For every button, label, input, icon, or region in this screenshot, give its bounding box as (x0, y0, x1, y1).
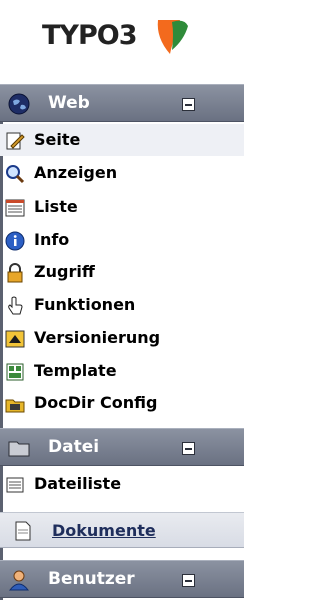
page-edit-icon (6, 132, 25, 150)
menu-item-dateiliste[interactable]: Dateiliste (0, 468, 244, 500)
user-icon (8, 570, 30, 591)
module-header-web[interactable]: Web (0, 84, 244, 122)
collapse-datei-button[interactable] (182, 442, 195, 455)
magnifier-icon (6, 165, 25, 184)
versioning-icon (5, 330, 25, 348)
menu-item-label: Dokumente (52, 521, 156, 540)
menu-item-seite[interactable]: Seite (0, 124, 244, 156)
list-icon (5, 199, 25, 217)
menu-item-funktionen[interactable]: Funktionen (0, 289, 244, 321)
typo3-logo: TYPO3 (0, 0, 244, 80)
menu-item-info[interactable]: Info (0, 224, 244, 256)
menu-item-label: Anzeigen (34, 163, 118, 182)
folder-icon (8, 441, 30, 457)
document-icon (15, 521, 31, 541)
menu-item-label: Info (34, 230, 70, 249)
template-icon (6, 363, 24, 381)
menu-item-docdir-config[interactable]: DocDir Config (0, 387, 244, 419)
menu-item-label: Zugriff (34, 262, 95, 281)
menu-item-zugriff[interactable]: Zugriff (0, 256, 244, 288)
info-icon (5, 231, 25, 251)
menu-item-liste[interactable]: Liste (0, 191, 244, 223)
menu-item-label: Funktionen (34, 295, 136, 314)
menu-item-label: Dateiliste (34, 474, 122, 493)
module-title-web: Web (48, 93, 90, 113)
collapse-web-button[interactable] (182, 98, 195, 111)
logo-text: TYPO3 (42, 20, 137, 51)
menu-item-versionierung[interactable]: Versionierung (0, 322, 244, 354)
lock-icon (7, 263, 23, 283)
hand-pointer-icon (8, 296, 23, 315)
menu-item-label: Seite (34, 130, 81, 149)
menu-item-dokumente[interactable]: Dokumente (0, 512, 244, 548)
menu-item-anzeigen[interactable]: Anzeigen (0, 157, 244, 189)
typo3-logo-icon (157, 20, 188, 54)
module-header-benutzer[interactable]: Benutzer (0, 560, 244, 598)
menu-item-template[interactable]: Template (0, 355, 244, 387)
module-header-datei[interactable]: Datei (0, 428, 244, 466)
collapse-benutzer-button[interactable] (182, 574, 195, 587)
globe-icon (8, 93, 30, 115)
module-title-benutzer: Benutzer (48, 569, 135, 589)
menu-item-label: Template (34, 361, 117, 380)
file-list-icon (6, 477, 24, 493)
menu-item-label: DocDir Config (34, 393, 158, 412)
config-icon (5, 399, 25, 413)
menu-item-label: Liste (34, 197, 78, 216)
menu-item-label: Versionierung (34, 328, 161, 347)
module-title-datei: Datei (48, 437, 100, 457)
